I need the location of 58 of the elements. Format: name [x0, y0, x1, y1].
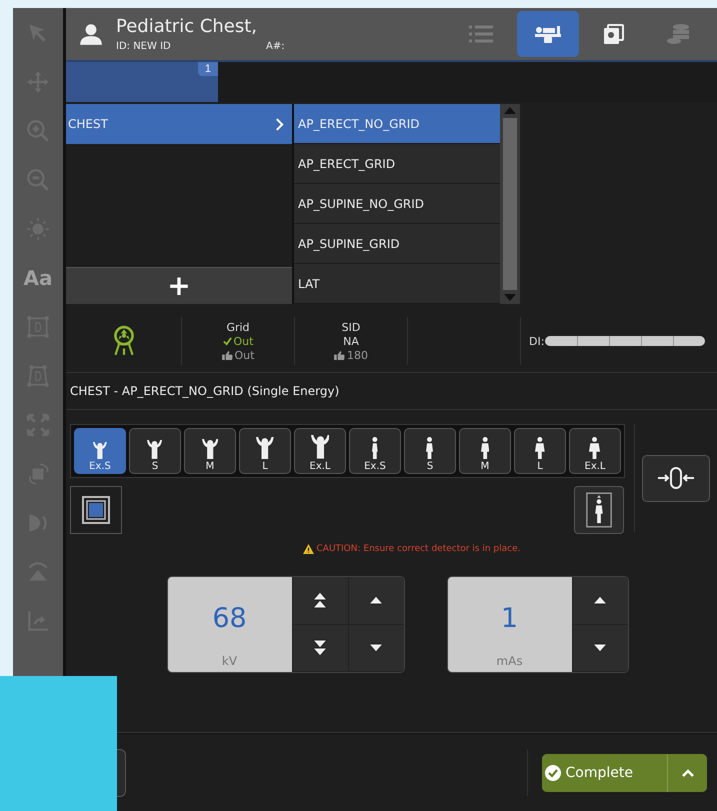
child-figure-icon: [310, 435, 330, 459]
exam-tab[interactable]: 1: [66, 62, 218, 102]
size-button[interactable]: L: [239, 428, 291, 474]
size-button[interactable]: S: [404, 428, 456, 474]
person-frame-icon: [585, 490, 613, 530]
size-button[interactable]: L: [514, 428, 566, 474]
adult-figure-icon: [535, 436, 545, 459]
patient-name: Pediatric Chest,: [116, 16, 258, 37]
thumb-icon: [334, 350, 345, 360]
view-item[interactable]: LAT: [294, 264, 500, 304]
positioning-button[interactable]: [574, 486, 624, 534]
child-figure-icon: [147, 440, 163, 459]
check-icon: [222, 336, 232, 346]
di-label: DI:: [529, 334, 544, 348]
size-button[interactable]: M: [184, 428, 236, 474]
child-figure-icon: [93, 442, 107, 459]
add-button[interactable]: +: [66, 267, 292, 304]
procedure-title: CHEST - AP_ERECT_NO_GRID (Single Energy): [66, 373, 717, 410]
size-button[interactable]: Ex.S: [349, 428, 401, 474]
sid-value: NA: [343, 334, 359, 348]
caret-icon: [680, 768, 694, 778]
grid-label: Grid: [226, 320, 250, 334]
category-item[interactable]: CHEST: [66, 104, 292, 144]
view-item[interactable]: AP_SUPINE_NO_GRID: [294, 184, 500, 224]
adult-figure-icon: [589, 436, 600, 459]
check-circle-icon: [544, 764, 562, 782]
sid-label: SID: [342, 320, 360, 334]
caution-message: CAUTION: Ensure correct detector is in place.: [302, 544, 520, 554]
grid-status: Out: [222, 334, 254, 348]
size-button[interactable]: Ex.S: [74, 428, 126, 474]
collimate-icon: [656, 466, 696, 490]
child-figure-icon: [256, 436, 274, 459]
size-button[interactable]: M: [459, 428, 511, 474]
size-button[interactable]: Ex.L: [294, 428, 346, 474]
grid-default: Out: [234, 348, 254, 362]
scrollbar[interactable]: [500, 104, 520, 304]
adult-figure-icon: [372, 436, 378, 459]
adult-figure-icon: [426, 436, 434, 459]
detector-icon: [81, 495, 111, 525]
patient-id: ID: NEW ID: [116, 41, 172, 52]
thumb-icon: [222, 350, 233, 360]
view-item[interactable]: AP_SUPINE_GRID: [294, 224, 500, 264]
accession-label: A#:: [266, 41, 285, 52]
detector-button[interactable]: [70, 486, 122, 534]
size-button[interactable]: S: [129, 428, 181, 474]
view-item[interactable]: AP_ERECT_NO_GRID: [294, 104, 500, 144]
action-button[interactable]: [117, 748, 126, 796]
child-figure-icon: [202, 438, 218, 459]
chevron-icon: [275, 118, 284, 130]
expand-button[interactable]: [667, 754, 707, 792]
collimate-button[interactable]: [642, 454, 710, 502]
count-badge: 1: [198, 62, 218, 76]
sid-default: 180: [347, 348, 368, 362]
warning-icon: [302, 544, 314, 554]
size-button[interactable]: Ex.L: [569, 428, 621, 474]
view-item[interactable]: AP_ERECT_GRID: [294, 144, 500, 184]
adult-figure-icon: [480, 436, 490, 459]
table-button[interactable]: [517, 11, 579, 57]
